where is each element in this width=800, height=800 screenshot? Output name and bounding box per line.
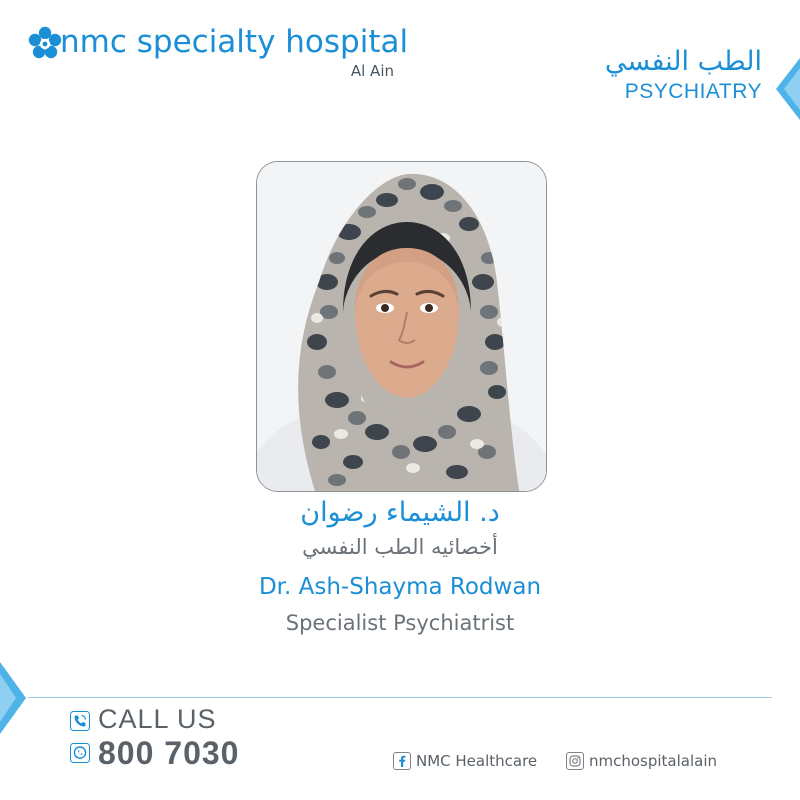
- doctor-title-english: Specialist Psychiatrist: [285, 611, 515, 635]
- call-us-label: CALL US: [98, 704, 217, 734]
- doctor-name-arabic: د. الشيماء رضوان: [300, 497, 500, 528]
- doctor-portrait-image: [257, 162, 546, 491]
- whatsapp-icon: [70, 743, 90, 763]
- instagram-link[interactable]: nmchospitalalain: [566, 751, 717, 771]
- department-arabic: الطب النفسي: [604, 46, 762, 77]
- facebook-link[interactable]: NMC Healthcare: [393, 751, 537, 771]
- doctor-name-english: Dr. Ash-Shayma Rodwan: [258, 574, 542, 600]
- phone-icon: [70, 711, 90, 731]
- chevron-decoration-left: [0, 662, 26, 734]
- facebook-handle: NMC Healthcare: [416, 752, 538, 770]
- instagram-handle: nmchospitalalain: [589, 752, 718, 770]
- hospital-logo: nmc specialty hospital Al Ain: [28, 24, 408, 86]
- department-english: PSYCHIATRY: [624, 80, 762, 103]
- department-heading: الطب النفسي PSYCHIATRY: [605, 46, 762, 106]
- facebook-icon: [393, 752, 411, 770]
- doctor-photo: [256, 161, 547, 492]
- nmc-flower-icon: [28, 26, 62, 59]
- hospital-location: Al Ain: [350, 62, 394, 80]
- phone-number[interactable]: 800 7030: [98, 735, 239, 772]
- instagram-icon: [566, 752, 584, 770]
- doctor-title-arabic: أخصائيه الطب النفسي: [302, 535, 498, 559]
- hospital-name: nmc specialty hospital: [60, 24, 409, 60]
- chevron-decoration-right: [776, 58, 800, 120]
- footer-divider: [28, 697, 772, 698]
